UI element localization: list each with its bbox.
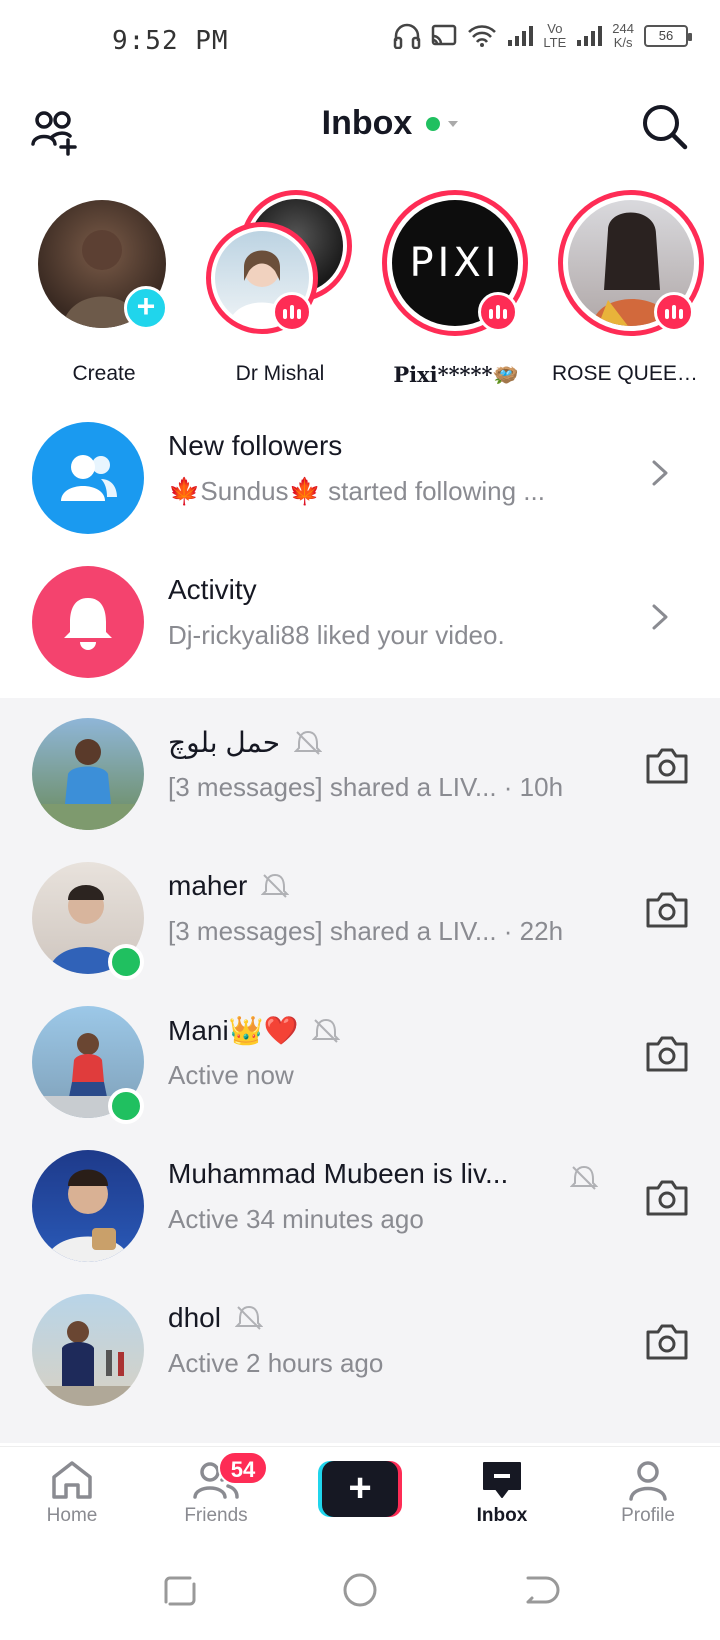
row-subtitle: Active 34 minutes ago xyxy=(168,1204,424,1234)
live-icon xyxy=(654,292,694,332)
bell-icon xyxy=(32,566,144,678)
status-icons: Vo LTE 244 K/s 56 xyxy=(393,21,692,50)
row-subtitle: [3 messages] shared a LIV... · 22h xyxy=(168,916,564,946)
profile-icon xyxy=(629,1461,667,1501)
row-title: dhol xyxy=(168,1302,263,1334)
status-bar: 9:52 PM Vo LTE 244 K/s 56 xyxy=(0,0,720,84)
row-title: Activity xyxy=(168,574,257,605)
avatar xyxy=(32,718,144,830)
maple-leaf-icon: 🍁 xyxy=(288,476,321,506)
camera-icon[interactable] xyxy=(644,1178,690,1218)
plus-icon: + xyxy=(322,1461,398,1517)
nav-inbox[interactable]: Inbox xyxy=(442,1459,562,1527)
network-type: Vo LTE xyxy=(543,21,567,50)
net-speed: 244 K/s xyxy=(612,21,634,50)
headphones-icon xyxy=(394,23,421,49)
signal-icon xyxy=(508,26,534,46)
row-subtitle: Active now xyxy=(168,1060,294,1090)
row-title: maher xyxy=(168,870,290,902)
row-subtitle: [3 messages] shared a LIV... · 10h xyxy=(168,772,564,802)
online-status-dot xyxy=(426,116,441,131)
home-circle-icon[interactable] xyxy=(340,1570,380,1610)
cast-icon xyxy=(432,24,457,46)
online-badge xyxy=(108,1088,144,1124)
chevron-right-icon[interactable] xyxy=(650,602,670,632)
followers-icon xyxy=(32,422,144,534)
muted-bell-icon xyxy=(312,1018,341,1043)
create-button[interactable]: + xyxy=(318,1461,402,1517)
status-time: 9:52 PM xyxy=(112,26,229,56)
inbox-icon xyxy=(483,1462,521,1498)
live-icon xyxy=(272,292,312,332)
activity-row[interactable]: Activity Dj-rickyali88 liked your video. xyxy=(0,550,720,688)
wifi-icon xyxy=(468,25,497,47)
avatar xyxy=(32,1150,144,1262)
camera-icon[interactable] xyxy=(644,890,690,930)
row-title: Mani👑❤️ xyxy=(168,1014,341,1047)
back-icon[interactable] xyxy=(520,1570,560,1610)
bottom-nav: Home Friends 54 + Inbox Profile xyxy=(0,1446,720,1546)
nav-profile[interactable]: Profile xyxy=(588,1459,708,1527)
row-subtitle: Active 2 hours ago xyxy=(168,1348,384,1378)
live-icon xyxy=(478,292,518,332)
conversation-row[interactable]: Muhammad Mubeen is liv... Active 34 minu… xyxy=(0,1134,720,1272)
story-label: ROSE QUEEN ... xyxy=(552,362,712,385)
muted-bell-icon xyxy=(261,873,290,898)
friends-badge: 54 xyxy=(218,1451,268,1485)
row-title: Muhammad Mubeen is liv... xyxy=(168,1158,509,1189)
camera-icon[interactable] xyxy=(644,746,690,786)
recent-apps-icon[interactable] xyxy=(160,1570,200,1610)
story-label: Create xyxy=(72,362,136,385)
pixi-logo-text: PIXI xyxy=(409,240,501,286)
row-title: حمل بلوچ xyxy=(168,726,323,759)
plus-icon[interactable]: + xyxy=(124,286,168,330)
conversation-row[interactable]: dhol Active 2 hours ago xyxy=(0,1278,720,1416)
chevron-down-icon xyxy=(448,120,459,127)
story-label: Dr Mishal xyxy=(235,362,325,385)
new-followers-row[interactable]: New followers 🍁Sundus🍁 started following… xyxy=(0,406,720,544)
conversation-row[interactable]: maher [3 messages] shared a LIV... · 22h xyxy=(0,846,720,984)
system-nav xyxy=(0,1546,720,1640)
camera-icon[interactable] xyxy=(644,1034,690,1074)
row-title: New followers xyxy=(168,430,343,461)
avatar xyxy=(32,1294,144,1406)
header: Inbox xyxy=(0,84,720,194)
story-label: Pixi*****🪺 xyxy=(393,362,519,387)
conversation-row[interactable]: حمل بلوچ [3 messages] shared a LIV... · … xyxy=(0,702,720,840)
row-subtitle: Dj-rickyali88 liked your video. xyxy=(168,620,505,650)
row-subtitle: 🍁Sundus🍁 started following ... xyxy=(168,476,545,506)
page-title[interactable]: Inbox xyxy=(0,104,720,143)
stories-row: + Create Dr Mishal PIXI Pixi*****🪺 ROSE … xyxy=(0,186,720,400)
muted-bell-icon xyxy=(234,1305,263,1330)
battery-icon: 56 xyxy=(644,25,692,47)
muted-bell-icon xyxy=(294,730,323,755)
camera-icon[interactable] xyxy=(644,1322,690,1362)
maple-leaf-icon: 🍁 xyxy=(168,476,201,506)
search-icon[interactable] xyxy=(640,102,690,152)
signal-icon-2 xyxy=(577,26,603,46)
conversation-row[interactable]: Mani👑❤️ Active now xyxy=(0,990,720,1128)
nav-home[interactable]: Home xyxy=(12,1459,132,1527)
home-icon xyxy=(52,1461,92,1499)
chevron-right-icon[interactable] xyxy=(650,458,670,488)
online-badge xyxy=(108,944,144,980)
muted-bell-icon xyxy=(570,1165,598,1190)
